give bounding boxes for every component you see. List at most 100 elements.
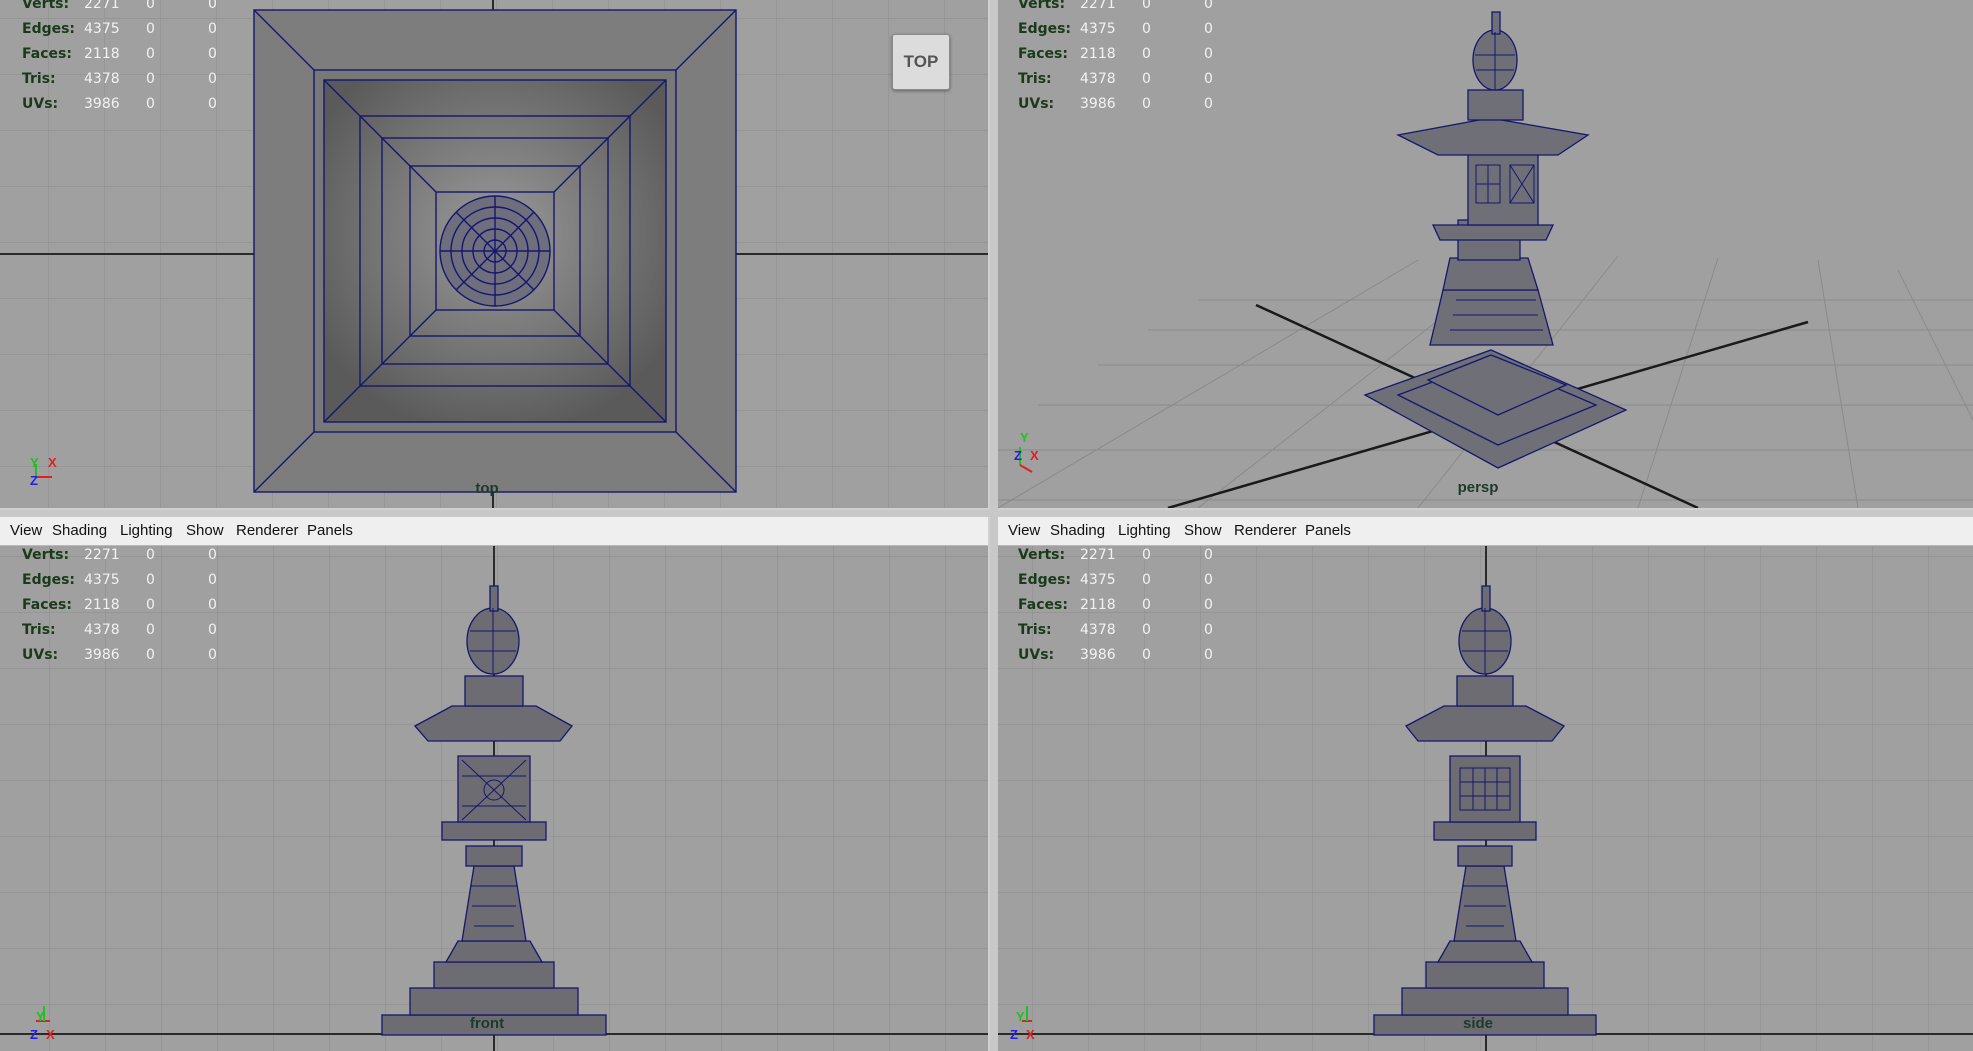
hud-value: 0 [1204,96,1213,112]
menu-panels[interactable]: Panels [1305,522,1351,539]
hud-value: 2271 [84,0,120,12]
menu-shading[interactable]: Shading [52,522,107,539]
hud-value: 4375 [1080,572,1116,588]
panel-menubar: View Shading Lighting Show Renderer Panels [998,517,1973,546]
hud-value: 0 [208,647,217,663]
menu-renderer[interactable]: Renderer [236,522,299,539]
viewport-top[interactable]: Y X Z TOP top Verts: 2271 0 0 Edges: 4375 0 0 Fa… [0,0,990,510]
hud-value: 0 [208,21,217,37]
hud-value: 0 [1142,71,1151,87]
hud-value: 0 [146,71,155,87]
hud-value: 4378 [84,71,120,87]
hud-value: 0 [1142,622,1151,638]
hud-label: Faces: [22,597,72,613]
hud-value: 0 [1142,46,1151,62]
viewport-label-side: side [1462,1015,1493,1032]
menu-view[interactable]: View [1008,522,1040,539]
panel-menubar: View Shading Lighting Show Renderer Panels [0,517,988,546]
viewport-front[interactable]: View Shading Lighting Show Renderer Panels [0,517,990,1051]
hud-value: 0 [208,572,217,588]
hud-value: 0 [1142,96,1151,112]
hud-value: 0 [1142,0,1151,12]
hud-value: 4378 [1080,71,1116,87]
hud-value: 2118 [84,46,120,62]
hud-value: 3986 [1080,96,1116,112]
hud-value: 2118 [1080,597,1116,613]
axis-x-label: X [48,455,57,470]
hud-label: Faces: [22,46,72,62]
hud-value: 0 [1142,547,1151,563]
hud-value: 2118 [84,597,120,613]
menu-renderer[interactable]: Renderer [1234,522,1297,539]
viewport-side[interactable]: View Shading Lighting Show Renderer Panels [998,517,1973,1051]
hud-label: UVs: [22,647,59,663]
hud-value: 0 [1204,71,1213,87]
hud-label: Tris: [22,71,56,87]
menu-show[interactable]: Show [186,522,224,539]
hud-label: Tris: [1018,71,1052,87]
hud-value: 0 [1204,647,1213,663]
view-cube[interactable]: TOP [892,34,950,90]
hud-value: 0 [1142,647,1151,663]
hud-value: 0 [1204,547,1213,563]
viewport-label-front: front [469,1015,505,1032]
hud-label: Tris: [22,622,56,638]
axis-z-label: Z [1010,1027,1018,1042]
axis-y-label: Y [36,1009,45,1024]
hud-value: 4378 [84,622,120,638]
axis-y-label: Y [1020,430,1029,445]
hud-value: 0 [1204,597,1213,613]
hud-label: Edges: [22,21,76,37]
menu-lighting[interactable]: Lighting [1118,522,1171,539]
axis-y-label: Y [30,455,39,470]
hud-value: 0 [1204,572,1213,588]
hud-value: 2271 [1080,0,1116,12]
hud-label: Verts: [1018,547,1066,563]
axis-x-label: X [1030,448,1039,463]
hud-label: Verts: [22,0,70,12]
hud-value: 0 [208,0,217,12]
hud-value: 0 [1204,622,1213,638]
hud-value: 0 [146,647,155,663]
hud-value: 3986 [84,647,120,663]
hud-label: Tris: [1018,622,1052,638]
hud-value: 0 [1142,572,1151,588]
menu-panels[interactable]: Panels [307,522,353,539]
axis-z-label: Z [30,473,38,488]
viewport-label-top: top [475,480,499,497]
hud-value: 0 [146,622,155,638]
hud-value: 0 [208,71,217,87]
axis-z-label: Z [30,1027,38,1042]
hud-value: 0 [208,622,217,638]
menu-view[interactable]: View [10,522,42,539]
hud-label: UVs: [1018,96,1055,112]
hud-label: Verts: [22,547,70,563]
hud-value: 0 [146,547,155,563]
hud-value: 0 [1204,21,1213,37]
hud-value: 0 [146,21,155,37]
hud-value: 0 [208,597,217,613]
viewport-persp[interactable]: persp Verts: 2271 0 0 Edges: 4375 0 0 Faces: 2118… [998,0,1973,510]
hud-label: UVs: [22,96,59,112]
hud-value: 0 [146,597,155,613]
hud-value: 2271 [1080,547,1116,563]
hud-value: 0 [146,572,155,588]
hud-label: Edges: [1018,21,1072,37]
hud-value: 3986 [1080,647,1116,663]
axis-z-label: Z [1014,448,1022,463]
hud-value: 0 [1204,46,1213,62]
menu-show[interactable]: Show [1184,522,1222,539]
hud-value: 0 [208,46,217,62]
hud-label: Edges: [1018,572,1072,588]
hud-value: 0 [146,96,155,112]
menu-shading[interactable]: Shading [1050,522,1105,539]
hud-value: 4375 [84,21,120,37]
axis-x-label: X [1026,1027,1035,1042]
hud-value: 0 [208,547,217,563]
hud-label: Edges: [22,572,76,588]
menu-lighting[interactable]: Lighting [120,522,173,539]
hud-label: Faces: [1018,597,1068,613]
hud-value: 0 [1142,21,1151,37]
hud-value: 2118 [1080,46,1116,62]
hud-label: UVs: [1018,647,1055,663]
